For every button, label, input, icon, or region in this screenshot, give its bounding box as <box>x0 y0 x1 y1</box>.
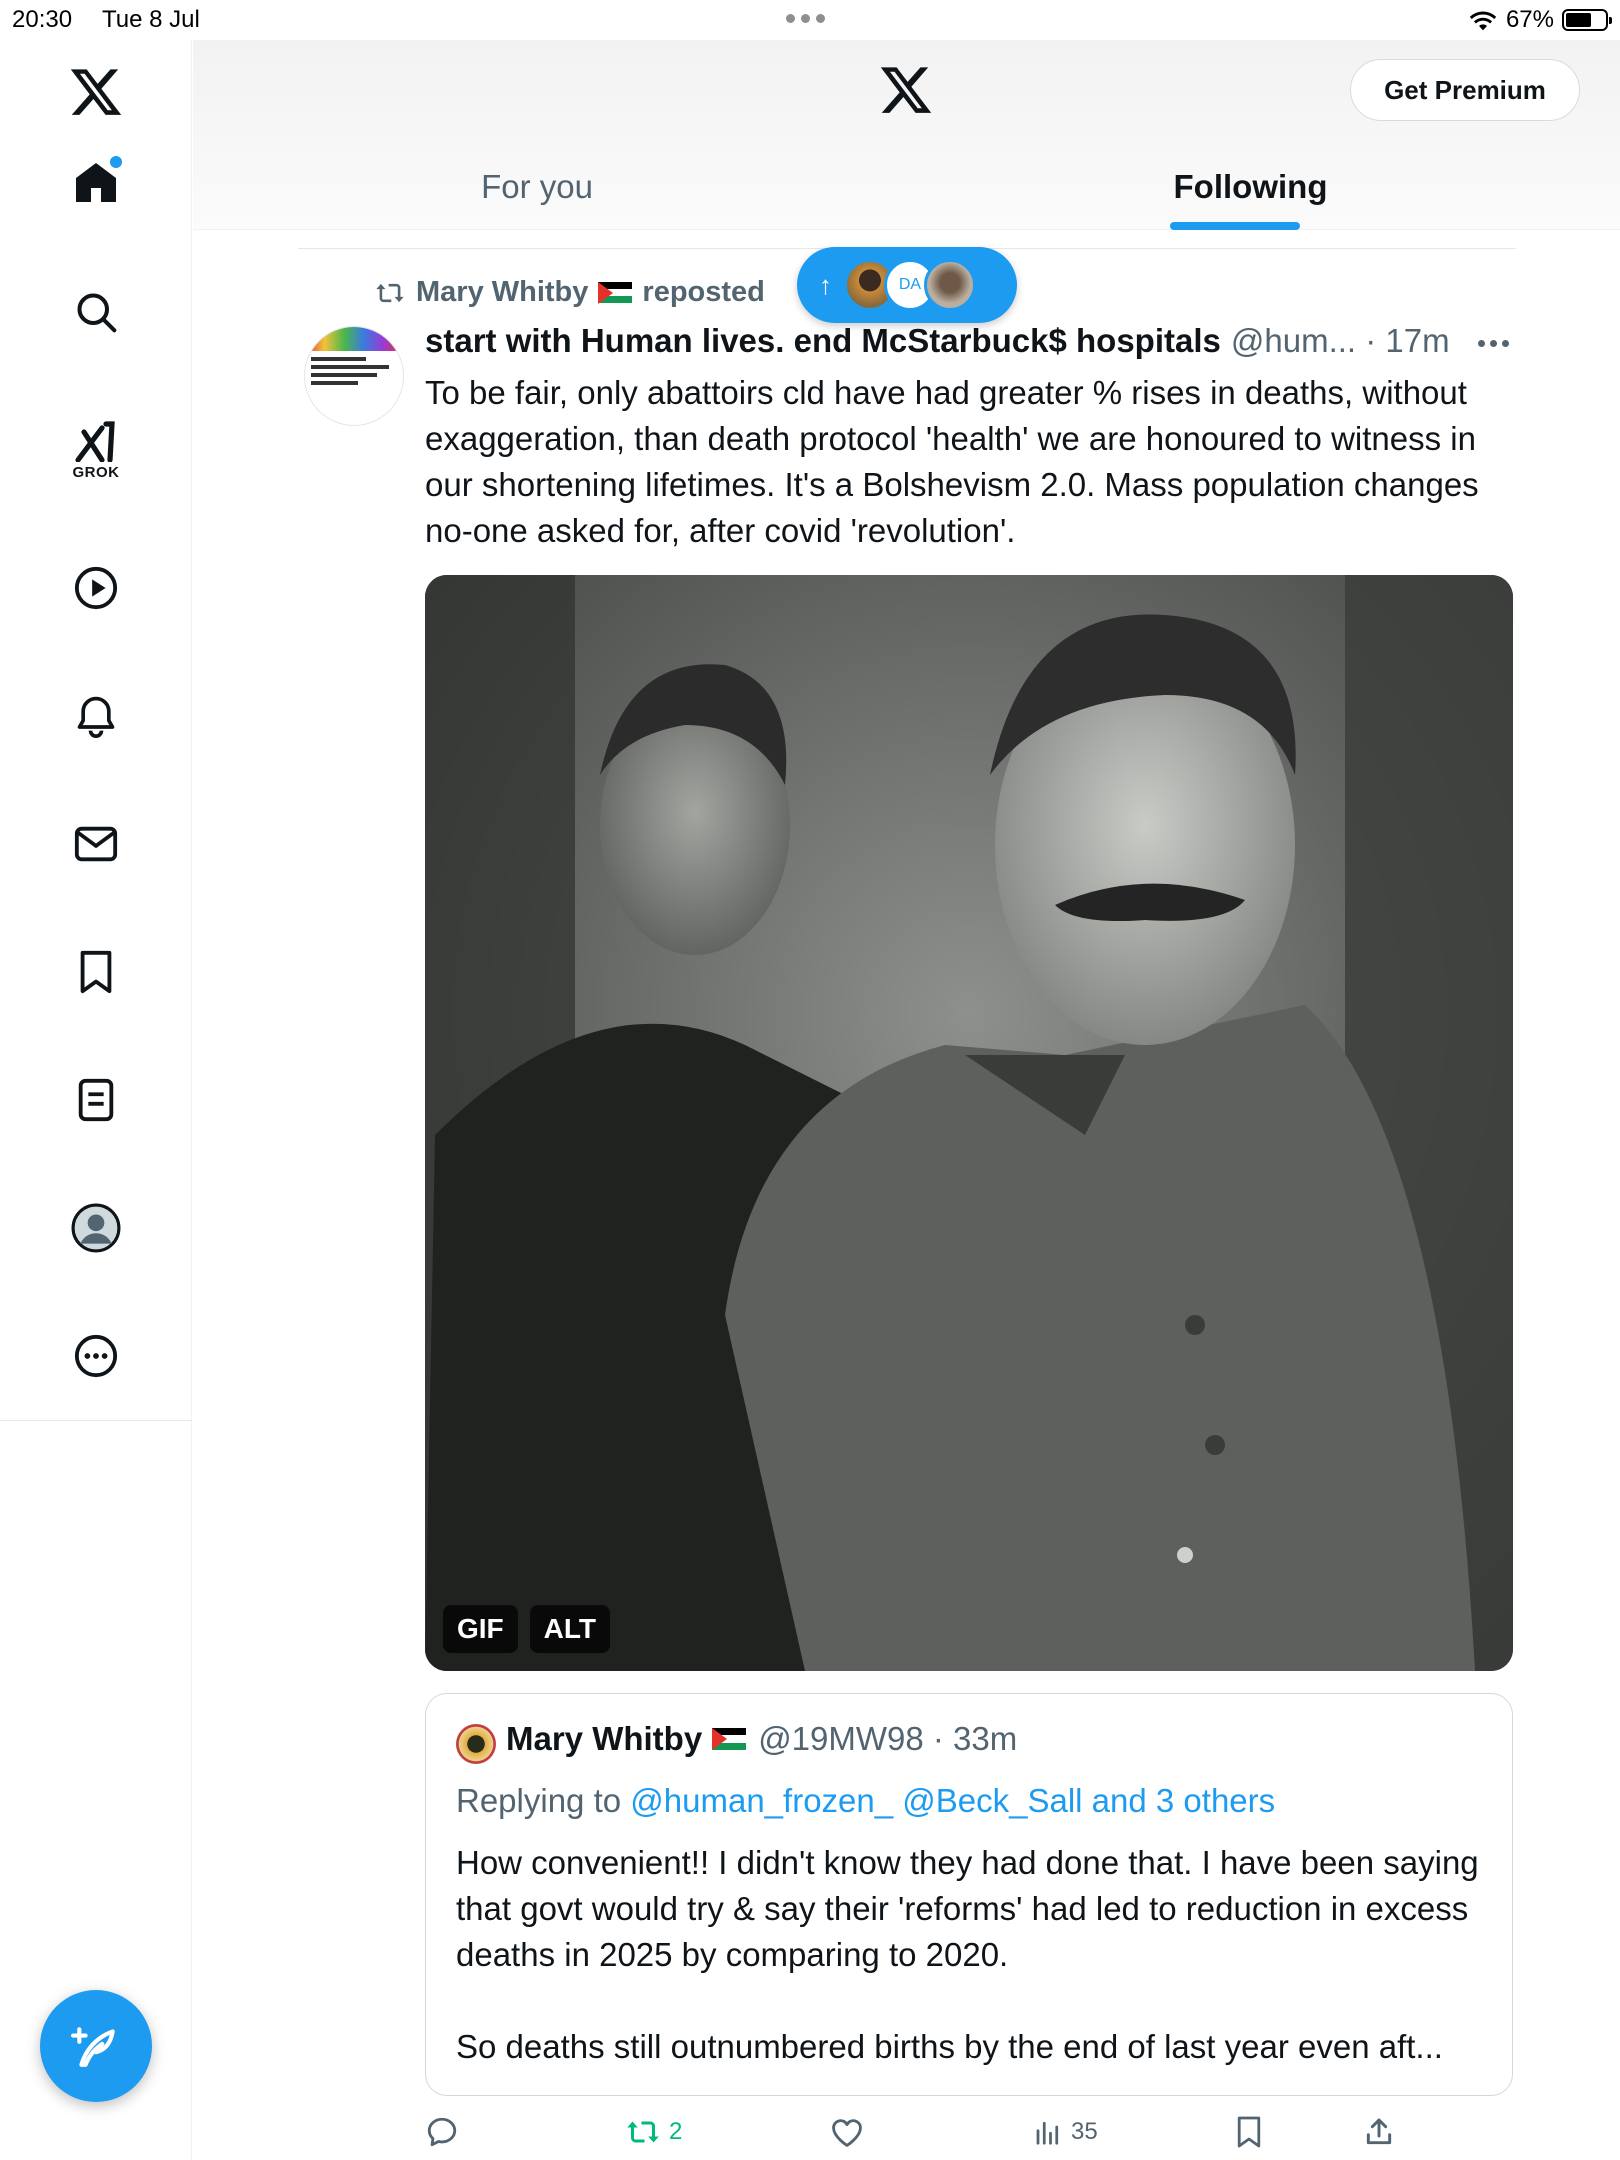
like-button[interactable] <box>830 2112 872 2152</box>
quote-author-line: Mary Whitby @19MW98 · 33m <box>506 1720 1017 1758</box>
sidebar-item-messages[interactable] <box>66 814 126 874</box>
sidebar-item-videos[interactable] <box>66 558 126 618</box>
sidebar-item-more[interactable] <box>66 1326 126 1386</box>
reply-button[interactable] <box>425 2112 467 2152</box>
sidebar-item-bookmarks[interactable] <box>66 942 126 1002</box>
profile-avatar-icon <box>71 1203 121 1253</box>
sidebar-item-home[interactable] <box>66 152 126 212</box>
repost-icon <box>376 283 404 302</box>
mail-icon <box>74 826 118 862</box>
multitasking-dots-icon[interactable] <box>786 14 825 23</box>
author-handle-time[interactable]: @hum... · 17m <box>1231 322 1450 360</box>
post-text: To be fair, only abattoirs cld have had … <box>425 374 1479 549</box>
palestine-flag-icon <box>598 281 633 304</box>
status-right: 67% <box>1468 6 1612 34</box>
new-content-dot <box>110 156 122 168</box>
x-logo-icon[interactable] <box>878 62 934 118</box>
heart-icon <box>832 2119 862 2147</box>
grok-icon <box>75 420 115 462</box>
sidebar-item-explore[interactable] <box>66 282 126 342</box>
status-bar: 20:30 Tue 8 Jul 67% <box>0 0 1620 40</box>
bookmark-icon <box>1237 2116 1261 2148</box>
wifi-icon <box>1469 11 1497 31</box>
share-button[interactable] <box>1363 2112 1395 2152</box>
quote-text: How convenient!! I didn't know they had … <box>456 1840 1486 2070</box>
quote-text-paragraph: So deaths still outnumbered births by th… <box>456 2028 1443 2065</box>
replying-to-link[interactable]: @human_frozen_ @Beck_Sall and 3 others <box>630 1782 1275 1819</box>
post-actions: 2 35 <box>425 2112 1525 2152</box>
sidebar-item-lists[interactable] <box>66 1070 126 1130</box>
tab-for-you[interactable]: For you <box>193 144 881 230</box>
post-author-line: start with Human lives. end McStarbuck$ … <box>425 322 1525 360</box>
views-count: 35 <box>1071 2118 1098 2145</box>
bookmark-button[interactable] <box>1235 2112 1263 2152</box>
status-time: 20:30 <box>12 6 73 33</box>
new-posts-pill[interactable]: ↑ DA <box>797 247 1017 323</box>
pill-avatar <box>924 259 976 311</box>
repost-button[interactable]: 2 <box>625 2112 682 2152</box>
views-button[interactable]: 35 <box>1033 2112 1098 2152</box>
quote-author-avatar <box>456 1724 496 1764</box>
post-gif-media[interactable]: GIF ALT <box>425 575 1513 1671</box>
sidebar: GROK <box>0 40 192 2160</box>
grok-label: GROK <box>72 463 120 481</box>
palestine-flag-icon <box>712 1728 747 1750</box>
reply-icon <box>427 2117 457 2147</box>
more-circle-icon <box>74 1334 118 1378</box>
repost-icon <box>627 2121 659 2143</box>
media-badges: GIF ALT <box>443 1605 611 1653</box>
list-icon <box>78 1078 114 1122</box>
repost-context[interactable]: Mary Whitby reposted <box>374 276 765 309</box>
battery-fill <box>1566 13 1592 27</box>
repost-count: 2 <box>669 2118 683 2145</box>
quote-text-paragraph: How convenient!! I didn't know they had … <box>456 1844 1479 1973</box>
gif-frame-image <box>425 575 1513 1671</box>
get-premium-button[interactable]: Get Premium <box>1350 59 1580 121</box>
quote-author-name: Mary Whitby <box>506 1720 703 1757</box>
sidebar-item-profile[interactable] <box>66 1198 126 1258</box>
battery-icon <box>1562 9 1612 31</box>
sidebar-item-grok[interactable]: GROK <box>66 410 126 490</box>
bell-icon <box>77 696 115 738</box>
x-logo-icon[interactable] <box>68 64 124 120</box>
replying-prefix: Replying to <box>456 1782 622 1819</box>
gif-badge: GIF <box>443 1605 518 1653</box>
author-avatar[interactable] <box>304 326 404 426</box>
arrow-up-icon: ↑ <box>819 269 832 300</box>
share-icon <box>1366 2118 1392 2145</box>
play-icon <box>74 566 118 610</box>
status-date: Tue 8 Jul <box>102 6 200 33</box>
search-icon <box>77 293 117 333</box>
bookmark-icon <box>80 950 112 994</box>
quoted-post[interactable]: Mary Whitby @19MW98 · 33m Replying to @h… <box>425 1693 1513 2096</box>
quote-author-handle-time: @19MW98 · 33m <box>758 1720 1018 1757</box>
compose-feather-icon <box>71 2027 115 2067</box>
post-more-icon[interactable] <box>1478 338 1512 348</box>
compose-post-button[interactable] <box>40 1990 152 2102</box>
sidebar-item-notifications[interactable] <box>66 686 126 746</box>
author-name[interactable]: start with Human lives. end McStarbuck$ … <box>425 322 1221 360</box>
repost-by-name: Mary Whitby <box>416 276 589 308</box>
timeline-header: Get Premium For you Following <box>193 40 1620 230</box>
repost-suffix: reposted <box>642 276 765 308</box>
active-tab-indicator <box>1170 222 1300 230</box>
tab-following[interactable]: Following <box>881 144 1620 230</box>
views-chart-icon <box>1036 2121 1059 2145</box>
sidebar-divider <box>0 1420 192 1421</box>
alt-badge[interactable]: ALT <box>529 1605 611 1653</box>
quote-replying-to: Replying to @human_frozen_ @Beck_Sall an… <box>456 1782 1275 1820</box>
battery-percent: 67% <box>1505 6 1554 33</box>
